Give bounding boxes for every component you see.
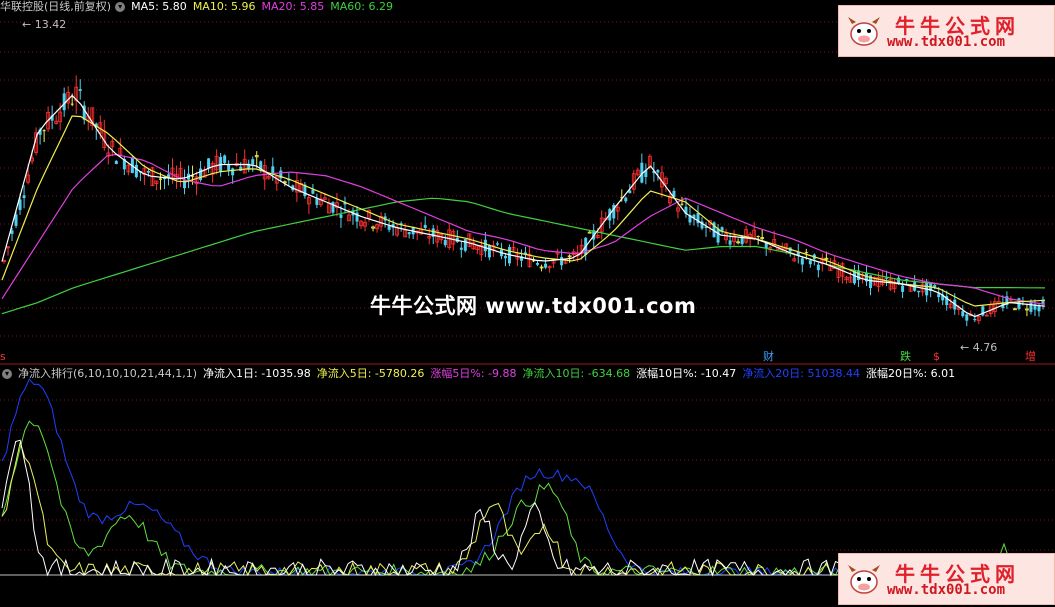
indicator-header: ▾ 净流入排行(6,10,10,10,21,44,1,1) 净流入1日: -1035… <box>0 367 961 381</box>
candle-body <box>207 158 211 169</box>
settings-icon[interactable]: ▾ <box>2 369 12 379</box>
candle-body <box>656 170 660 173</box>
candle-body <box>331 202 335 213</box>
candle-body <box>804 252 808 254</box>
candle-body <box>251 159 255 165</box>
high-price-label: ← 13.42 <box>22 18 67 31</box>
logo-url: www.tdx001.com <box>887 34 1006 50</box>
logo-url: www.tdx001.com <box>887 582 1006 598</box>
rise-10d: 涨幅10日%: -10.47 <box>636 367 737 380</box>
rise-20d: 涨幅20日%: 6.01 <box>866 367 956 380</box>
logo-bottom: 牛牛公式网 www.tdx001.com <box>838 553 1055 605</box>
candle-body <box>961 311 965 317</box>
candle-body <box>560 257 564 266</box>
candle-body <box>114 160 118 165</box>
candle-body <box>227 164 231 171</box>
chart-title: 华联控股(日线,前复权) <box>0 0 112 13</box>
settings-icon[interactable]: ▾ <box>115 2 126 12</box>
marker-dollar: $ <box>933 350 940 363</box>
cow-mascot-icon <box>848 565 880 594</box>
candle-body <box>487 245 491 258</box>
candle-body <box>965 314 969 321</box>
net-1d: 净流入1日: -1035.98 <box>203 367 311 380</box>
price-grid <box>0 21 1055 551</box>
watermark-text: 牛牛公式网 www.tdx001.com <box>370 294 697 318</box>
candle-body <box>917 290 921 293</box>
candle-body <box>231 168 235 176</box>
candle-body <box>816 264 820 271</box>
candle-body <box>158 178 162 180</box>
marker-die: 跌 <box>900 350 911 363</box>
marker-cai: 财 <box>763 350 774 363</box>
ma10-value: MA10: 5.96 <box>192 0 256 13</box>
candle-body <box>463 239 467 251</box>
candle-body <box>311 189 315 194</box>
indicator-line-1 <box>1 420 1046 577</box>
candle-body <box>423 224 427 229</box>
left-marker: s <box>0 350 6 363</box>
candle-body <box>42 130 46 132</box>
indicator-name: 净流入排行(6,10,10,10,21,44,1,1) <box>18 367 198 380</box>
candle-body <box>800 258 804 265</box>
candle-body <box>495 243 499 245</box>
ma5-value: MA5: 5.80 <box>131 0 187 13</box>
candle-body <box>134 164 138 178</box>
candle-body <box>544 263 548 268</box>
candle-body <box>387 225 391 230</box>
ma60-value: MA60: 6.29 <box>330 0 393 13</box>
cow-mascot-icon <box>848 17 880 46</box>
candle-body <box>271 166 275 174</box>
net-20d: 净流入20日: 51038.44 <box>742 367 860 380</box>
candle-body <box>459 247 463 250</box>
candle-body <box>901 285 905 292</box>
candle-body <box>720 227 724 231</box>
candle-body <box>78 89 82 92</box>
candle-body <box>756 236 760 238</box>
candle-body <box>407 232 411 235</box>
candle-body <box>339 214 343 218</box>
candle-body <box>223 155 227 163</box>
candle-body <box>315 198 319 205</box>
candle-body <box>70 103 74 105</box>
candle-body <box>728 240 732 245</box>
candle-body <box>503 255 507 259</box>
chart-stage[interactable]: 华联控股(日线,前复权) ▾ MA5: 5.80 MA10: 5.96 MA20: 5.… <box>0 0 1055 607</box>
candle-body <box>680 203 684 205</box>
candle-body <box>624 197 628 202</box>
candle-body <box>1037 306 1041 312</box>
main-header: 华联控股(日线,前复权) ▾ MA5: 5.80 MA10: 5.96 MA20: 5.… <box>0 0 399 14</box>
candle-body <box>483 239 487 252</box>
candlesticks <box>2 75 1045 327</box>
net-5d: 净流入5日: -5780.26 <box>316 367 425 380</box>
logo-top: 牛牛公式网 www.tdx001.com <box>838 5 1055 57</box>
net-10d: 净流入10日: -634.68 <box>522 367 631 380</box>
ma-lines <box>1 94 1046 318</box>
candle-body <box>443 239 447 246</box>
candle-body <box>146 170 150 173</box>
marker-zeng: 增 <box>1025 350 1036 363</box>
candle-body <box>1029 302 1033 312</box>
candle-body <box>808 260 812 265</box>
ma-line-ma5 <box>1 94 1046 318</box>
low-price-label: ← 4.76 <box>960 341 998 354</box>
candle-body <box>973 318 977 321</box>
rise-5d: 涨幅5日%: -9.88 <box>430 367 517 380</box>
candle-body <box>22 195 26 198</box>
indicator-lines <box>0 378 1055 577</box>
candle-body <box>536 262 540 265</box>
ma20-value: MA20: 5.85 <box>261 0 325 13</box>
